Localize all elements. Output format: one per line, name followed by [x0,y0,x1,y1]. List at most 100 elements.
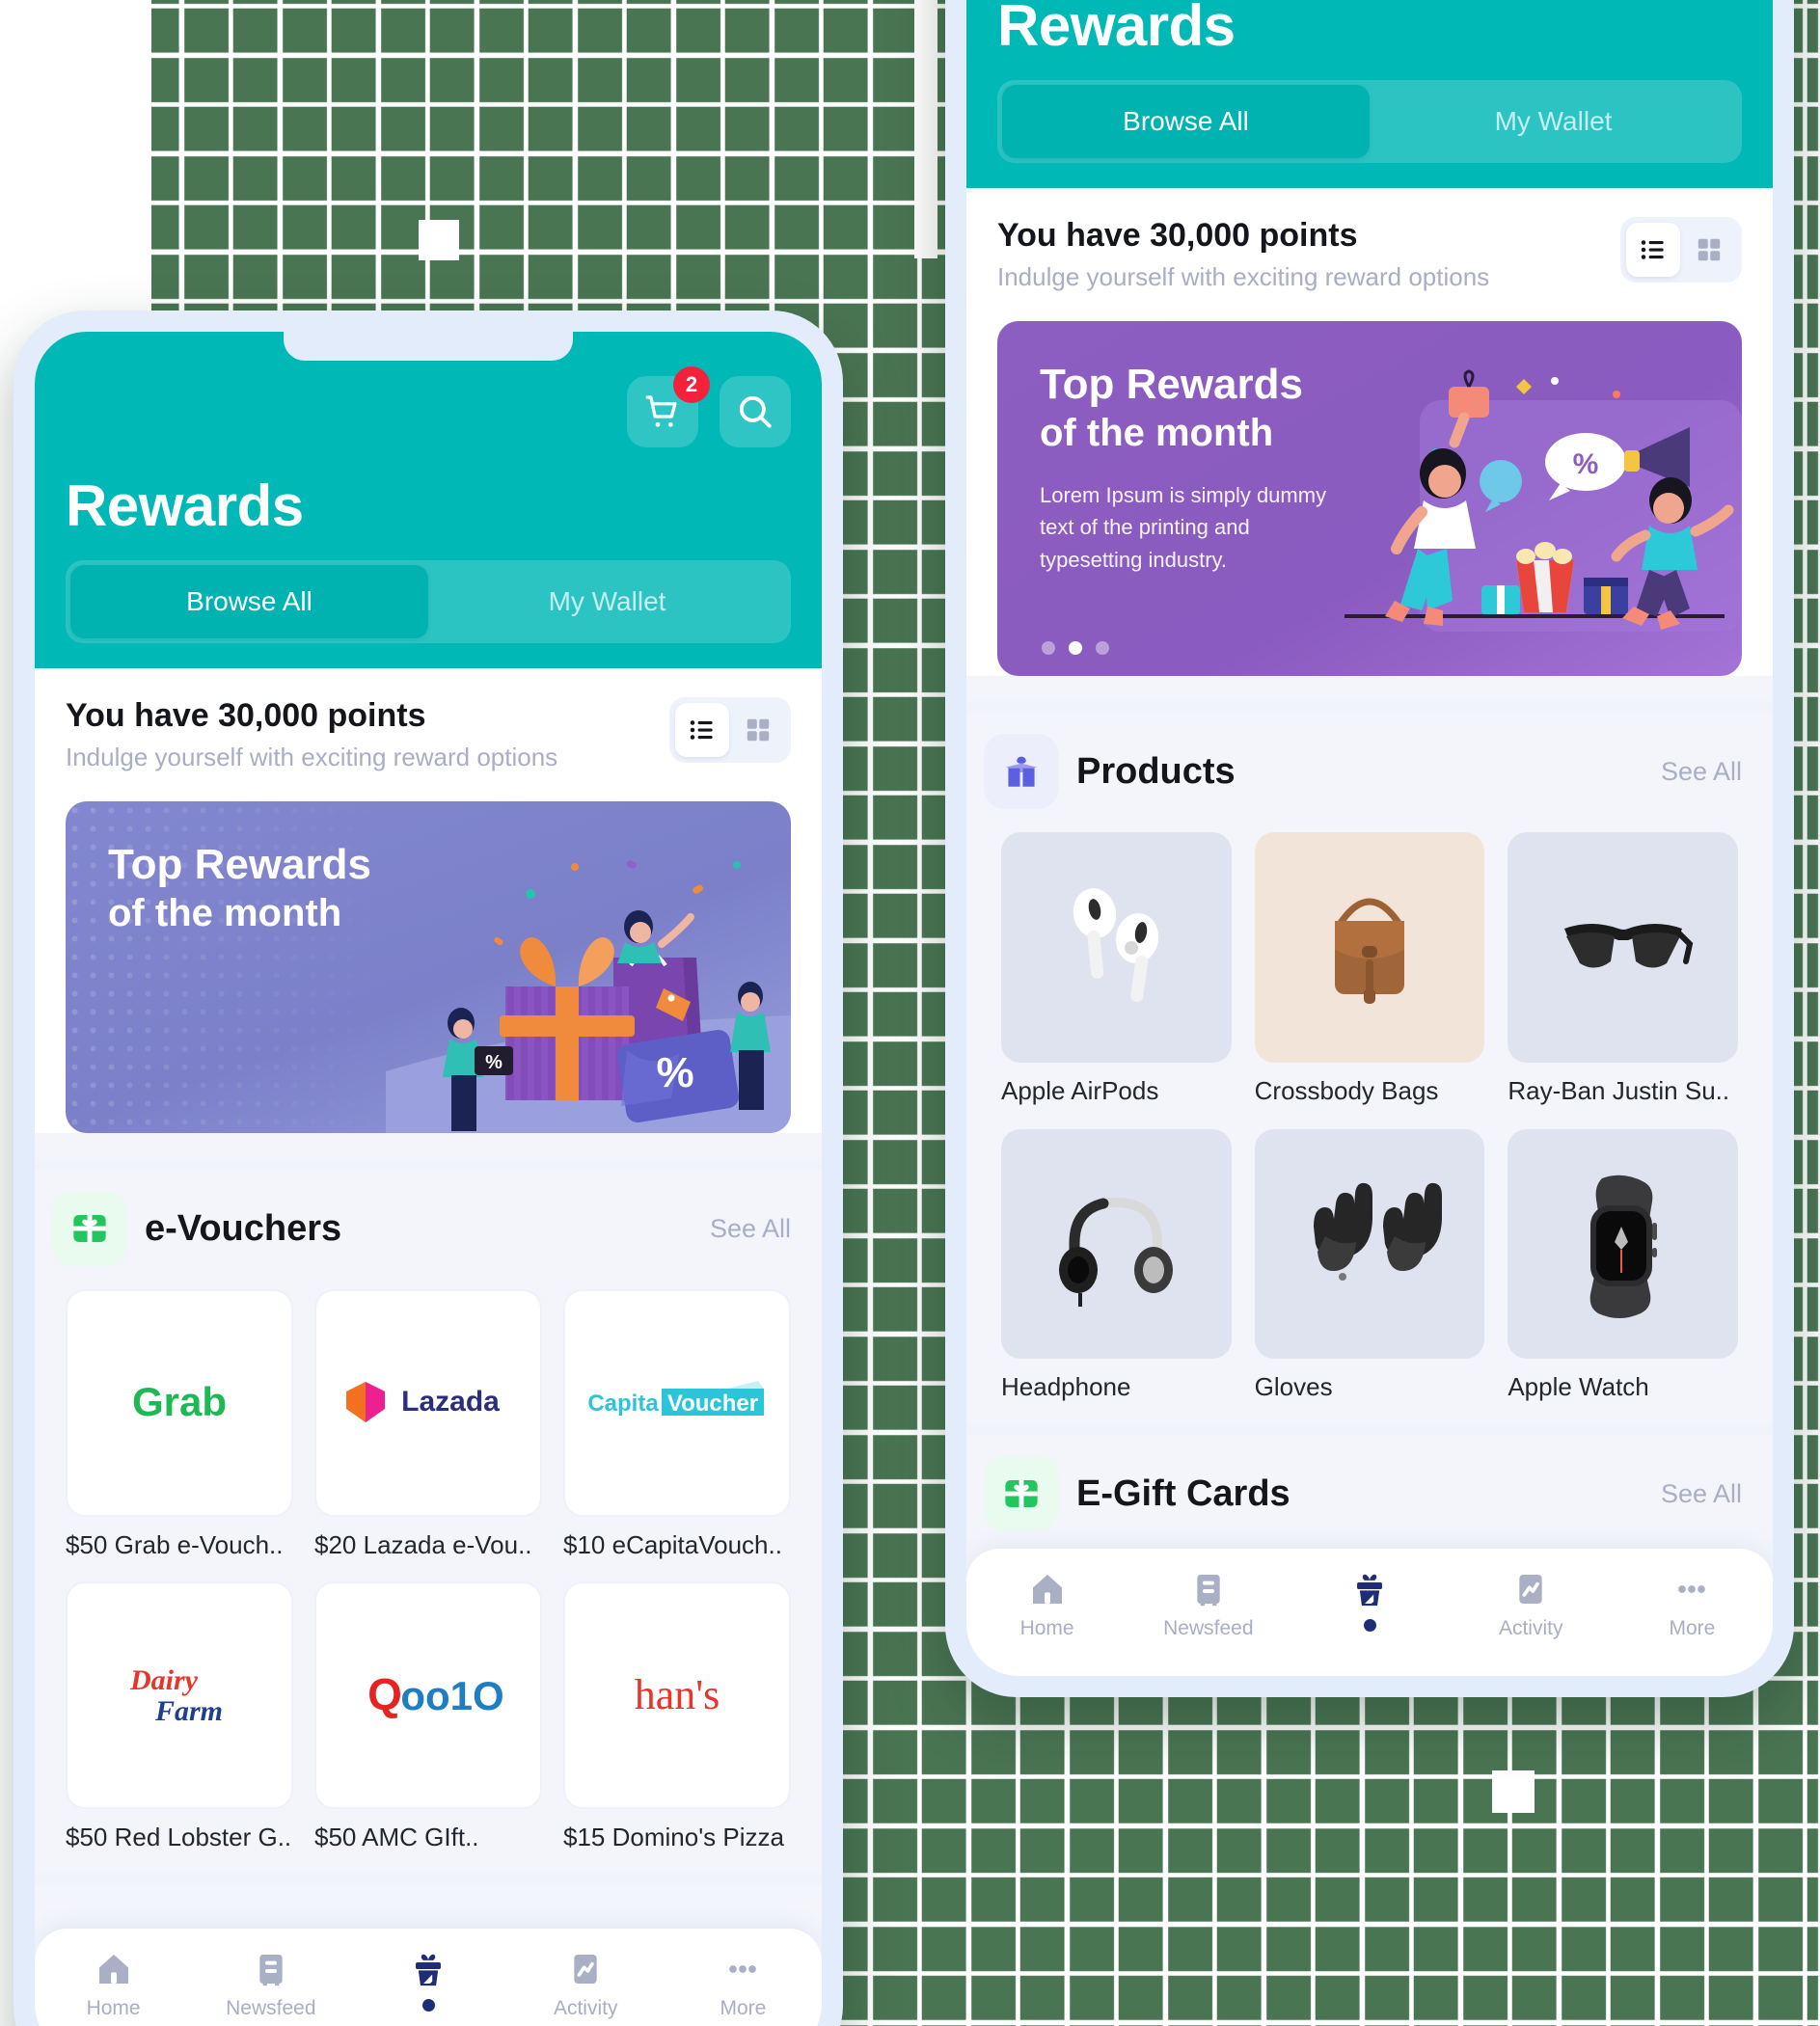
nav-label-more: More [720,1997,767,2019]
product-tile[interactable]: Gloves [1254,1128,1485,1403]
product-tile[interactable]: Headphone [1001,1128,1232,1403]
banner-title-line1: Top Rewards [1040,361,1304,408]
right-divider-2 [966,1423,1773,1436]
section-header-evouchers: e-Vouchers See All [35,1170,822,1276]
gift-card-icon [73,1215,106,1242]
svg-text:Q: Q [367,1669,402,1719]
nav-item-activity[interactable]: Activity [507,1950,665,2020]
tab-browse-all[interactable]: Browse All [70,565,428,638]
left-top-rewards-banner[interactable]: Top Rewards of the month % % [66,801,791,1133]
product-image-apple-watch [1508,1128,1738,1360]
voucher-tile[interactable]: Capita Voucher $10 eCapitaVouch.. [563,1289,791,1560]
carousel-dot[interactable] [1096,641,1109,655]
product-tile[interactable]: Apple AirPods [1001,832,1232,1106]
voucher-tile[interactable]: Q oo1O $50 AMC GIft.. [314,1581,542,1852]
svg-text:Dairy: Dairy [129,1664,199,1696]
nav-item-activity[interactable]: Activity [1451,1570,1612,1640]
right-divider-1 [966,701,1773,713]
nav-item-newsfeed[interactable]: Newsfeed [192,1950,349,2020]
see-all-evouchers[interactable]: See All [710,1214,791,1244]
nav-item-home[interactable]: Home [35,1950,192,2020]
svg-text:oo1O: oo1O [400,1673,503,1718]
svg-text:Lazada: Lazada [401,1386,500,1418]
left-content: You have 30,000 points Indulge yourself … [35,668,822,1133]
left-tab-bar: Browse All My Wallet [66,560,791,643]
product-label: Headphone [1001,1372,1131,1402]
gift-icon [1357,1574,1382,1607]
nav-item-more[interactable]: More [1612,1570,1773,1640]
gift-box-icon [1005,756,1038,787]
right-header: Rewards Browse All My Wallet [966,0,1773,188]
voucher-logo-qoo10: Q oo1O [314,1581,542,1809]
product-tile[interactable]: Crossbody Bags [1254,832,1485,1106]
product-tile[interactable]: Ray-Ban Justin Su.. [1508,832,1738,1106]
headphone-icon [1059,1197,1174,1307]
nav-label-activity: Activity [553,1997,618,2019]
phone-right-screen: Rewards Browse All My Wallet You have 30… [966,0,1773,1676]
product-image-crossbody-bag [1254,832,1485,1063]
left-banner-text: Top Rewards of the month [66,801,791,936]
right-banner-text: Top Rewards of the month Lorem Ipsum is … [997,321,1742,576]
left-bottom-nav: Home Newsfeed Activity More [35,1929,822,2026]
product-image-airpods [1001,832,1232,1063]
list-view-button[interactable] [675,703,729,757]
product-tile[interactable]: Apple Watch [1508,1128,1738,1403]
nav-item-rewards[interactable] [349,1950,506,2012]
right-points-row: You have 30,000 points Indulge yourself … [966,188,1773,304]
gift-icon [416,1954,441,1986]
nav-label-activity: Activity [1498,1617,1563,1639]
product-label: Crossbody Bags [1254,1075,1439,1105]
nav-item-rewards[interactable] [1289,1570,1450,1632]
right-bottom-nav: Home Newsfeed Activity More [966,1549,1773,1676]
banner-title-line2: of the month [108,891,342,934]
voucher-tile[interactable]: Lazada $20 Lazada e-Vou.. [314,1289,542,1560]
evoucher-icon-wrap [52,1191,127,1266]
nav-item-home[interactable]: Home [966,1570,1127,1640]
voucher-tile[interactable]: Grab $50 Grab e-Vouch.. [66,1289,293,1560]
nav-active-dot [421,1999,435,2012]
list-view-button[interactable] [1626,223,1680,277]
product-image-gloves [1254,1128,1485,1360]
nav-item-more[interactable]: More [665,1950,822,2020]
grid-view-button[interactable] [731,703,785,757]
points-title: You have 30,000 points [997,217,1358,254]
phone-mockup-right: Rewards Browse All My Wallet You have 30… [945,0,1794,1697]
carousel-dot-active[interactable] [1069,641,1082,655]
points-title: You have 30,000 points [66,697,426,734]
gift-card-icon [1005,1480,1038,1508]
grab-logo-icon: Grab [132,1379,227,1424]
right-points-text: You have 30,000 points Indulge yourself … [997,217,1489,292]
qoo10-logo-icon: Q oo1O [367,1669,504,1719]
see-all-products[interactable]: See All [1661,757,1742,787]
tab-browse-all[interactable]: Browse All [1002,85,1370,158]
tab-my-wallet[interactable]: My Wallet [428,565,786,638]
page-title: Rewards [66,473,304,538]
tab-my-wallet[interactable]: My Wallet [1370,85,1737,158]
activity-chart-icon [574,1955,597,1984]
voucher-label: $20 Lazada e-Vou.. [314,1530,532,1559]
more-dots-icon [1678,1585,1706,1593]
nav-item-newsfeed[interactable]: Newsfeed [1127,1570,1289,1640]
apple-watch-icon [1589,1175,1657,1318]
banner-carousel-dots [1042,641,1109,655]
right-tab-bar: Browse All My Wallet [997,80,1742,163]
search-icon [739,395,772,428]
newsfeed-icon [259,1955,283,1986]
grid-accent-strip-top [914,0,937,258]
grid-view-button[interactable] [1682,223,1736,277]
gloves-icon [1313,1182,1442,1281]
phone-mockup-left: 2 Rewards Browse All My Wallet You have … [14,311,843,2026]
voucher-label: $50 Grab e-Vouch.. [66,1530,284,1559]
search-button[interactable] [720,376,791,447]
points-subtitle: Indulge yourself with exciting reward op… [66,743,558,771]
voucher-tile[interactable]: Dairy Farm $50 Red Lobster G.. [66,1581,293,1852]
voucher-tile[interactable]: han's $15 Domino's Pizza [563,1581,791,1852]
right-top-rewards-banner[interactable]: Top Rewards of the month Lorem Ipsum is … [997,321,1742,676]
voucher-logo-capitavoucher: Capita Voucher [563,1289,791,1517]
products-icon-wrap [984,734,1059,809]
carousel-dot[interactable] [1042,641,1055,655]
page-title: Rewards [997,0,1236,58]
dairy-farm-logo-icon: Dairy Farm [129,1664,223,1727]
cart-button[interactable]: 2 [627,366,710,447]
see-all-egift-cards[interactable]: See All [1661,1479,1742,1509]
